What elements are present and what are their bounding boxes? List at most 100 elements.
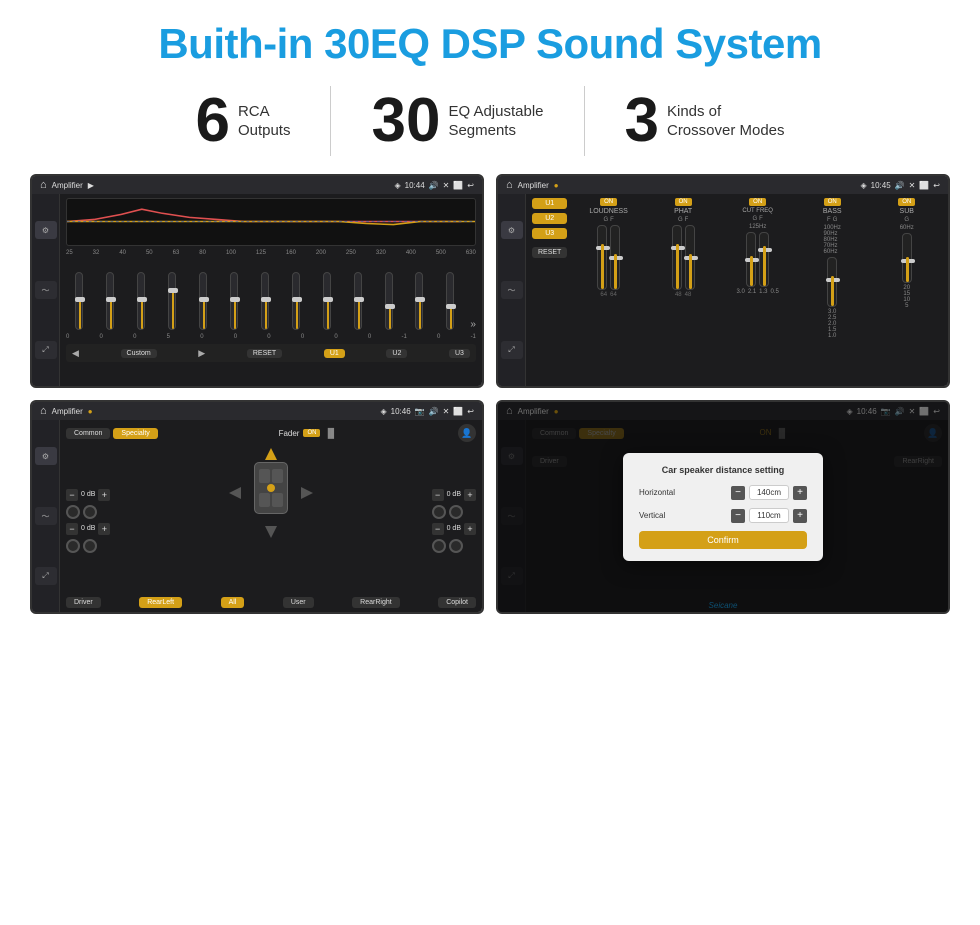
- slider-track-13[interactable]: [446, 272, 454, 330]
- screen3-time: 10:46: [391, 407, 411, 416]
- arrow-left[interactable]: [229, 487, 241, 499]
- close-icon[interactable]: ✕: [443, 181, 450, 190]
- speaker-fr: [432, 505, 476, 519]
- plus-btn-3[interactable]: +: [464, 489, 476, 501]
- tab-specialty-3[interactable]: Specialty: [113, 428, 157, 439]
- feature-eq: 30 EQ Adjustable Segments: [331, 90, 583, 152]
- location-icon: ◈: [394, 181, 400, 190]
- u3-btn[interactable]: U3: [449, 349, 470, 358]
- screen3-body: ⚙ 〜 ⤢ Common Specialty Fader: [32, 420, 482, 612]
- eq-icon-btn-2[interactable]: ⚙: [501, 221, 523, 239]
- expand-icon-btn-3[interactable]: ⤢: [35, 567, 57, 585]
- vertical-minus[interactable]: −: [731, 509, 745, 523]
- wave-icon-btn-3[interactable]: 〜: [35, 507, 57, 525]
- slider-track-5[interactable]: [199, 272, 207, 330]
- tab-row-3: Common Specialty: [66, 428, 158, 439]
- screen3-title: Amplifier: [52, 407, 83, 416]
- slider-track-10[interactable]: [354, 272, 362, 330]
- window-icon-3[interactable]: ⬜: [453, 407, 463, 416]
- arrow-down[interactable]: [265, 526, 277, 538]
- vertical-label: Vertical: [639, 511, 665, 520]
- prev-icon[interactable]: ◀: [72, 348, 79, 359]
- slider-track-1[interactable]: [75, 272, 83, 330]
- preset-u3[interactable]: U3: [532, 228, 567, 239]
- minus-btn-3[interactable]: −: [432, 489, 444, 501]
- eq-icon-btn[interactable]: ⚙: [35, 221, 57, 239]
- zone-rearright[interactable]: RearRight: [352, 597, 400, 608]
- phat-slider-1[interactable]: [672, 225, 682, 290]
- slider-col-1: [66, 272, 92, 330]
- slider-track-2[interactable]: [106, 272, 114, 330]
- eq-bottom-bar: ◀ Custom ▶ RESET U1 U2 U3: [66, 344, 476, 362]
- cutfreq-slider-1[interactable]: [746, 232, 756, 287]
- zone-all[interactable]: All: [221, 597, 245, 608]
- fader-main: − 0 dB + − 0 dB: [66, 448, 476, 593]
- slider-track-8[interactable]: [292, 272, 300, 330]
- close-icon-3[interactable]: ✕: [443, 407, 450, 416]
- vertical-plus[interactable]: +: [793, 509, 807, 523]
- sub-slider-1[interactable]: [902, 233, 912, 283]
- phat-slider-2[interactable]: [685, 225, 695, 290]
- dialog-overlay: Car speaker distance setting Horizontal …: [498, 402, 948, 612]
- zone-rearleft[interactable]: RearLeft: [139, 597, 182, 608]
- u1-btn[interactable]: U1: [324, 349, 345, 358]
- plus-btn-1[interactable]: +: [98, 489, 110, 501]
- close-icon-2[interactable]: ✕: [909, 181, 916, 190]
- window-icon-2[interactable]: ⬜: [919, 181, 929, 190]
- screen2-header-left: ⌂ Amplifier ●: [506, 179, 559, 191]
- tab-common-3[interactable]: Common: [66, 428, 110, 439]
- slider-track-11[interactable]: [385, 272, 393, 330]
- zone-copilot[interactable]: Copilot: [438, 597, 476, 608]
- back-icon-2[interactable]: ↩: [933, 181, 940, 190]
- expand-arrows-icon[interactable]: »: [470, 319, 476, 330]
- expand-icon-btn[interactable]: ⤢: [35, 341, 57, 359]
- arrow-right[interactable]: [301, 487, 313, 499]
- play-icon: ▶: [88, 181, 94, 190]
- eq-labels: 253240506380100125160200250320400500630: [66, 250, 476, 256]
- bass-slider-1[interactable]: [827, 257, 837, 307]
- expand-icon-btn-2[interactable]: ⤢: [501, 341, 523, 359]
- slider-track-6[interactable]: [230, 272, 238, 330]
- confirm-button[interactable]: Confirm: [639, 531, 807, 549]
- slider-track-7[interactable]: [261, 272, 269, 330]
- zone-user[interactable]: User: [283, 597, 314, 608]
- loudness-slider-2[interactable]: [610, 225, 620, 290]
- minus-btn-1[interactable]: −: [66, 489, 78, 501]
- screen1: ⌂ Amplifier ▶ ◈ 10:44 🔊 ✕ ⬜ ↩: [32, 176, 482, 386]
- custom-btn[interactable]: Custom: [121, 349, 157, 358]
- back-icon-3[interactable]: ↩: [467, 407, 474, 416]
- arrow-up[interactable]: [265, 448, 277, 460]
- slider-track-3[interactable]: [137, 272, 145, 330]
- reset-btn[interactable]: RESET: [247, 349, 282, 358]
- reset-btn-2[interactable]: RESET: [532, 247, 567, 258]
- screen2-time: 10:45: [871, 181, 891, 190]
- plus-btn-4[interactable]: +: [464, 523, 476, 535]
- cutfreq-slider-2[interactable]: [759, 232, 769, 287]
- loudness-slider-1[interactable]: [597, 225, 607, 290]
- screen2-title: Amplifier: [518, 181, 549, 190]
- preset-u2[interactable]: U2: [532, 213, 567, 224]
- preset-u1[interactable]: U1: [532, 198, 567, 209]
- u2-btn[interactable]: U2: [386, 349, 407, 358]
- dialog-field-vertical: Vertical − 110cm +: [639, 508, 807, 523]
- minus-btn-4[interactable]: −: [432, 523, 444, 535]
- slider-track-12[interactable]: [415, 272, 423, 330]
- wave-icon-btn[interactable]: 〜: [35, 281, 57, 299]
- home-icon-3[interactable]: ⌂: [40, 405, 47, 417]
- plus-btn-2[interactable]: +: [98, 523, 110, 535]
- zone-driver[interactable]: Driver: [66, 597, 101, 608]
- horizontal-minus[interactable]: −: [731, 486, 745, 500]
- screen2-wrapper: ⌂ Amplifier ● ◈ 10:45 🔊 ✕ ⬜ ↩: [496, 174, 950, 388]
- back-icon[interactable]: ↩: [467, 181, 474, 190]
- fader-toggle-icon[interactable]: ▐▌: [324, 428, 337, 438]
- slider-track-9[interactable]: [323, 272, 331, 330]
- minus-btn-2[interactable]: −: [66, 523, 78, 535]
- eq-icon-btn-3[interactable]: ⚙: [35, 447, 57, 465]
- home-icon[interactable]: ⌂: [40, 179, 47, 191]
- horizontal-plus[interactable]: +: [793, 486, 807, 500]
- window-icon[interactable]: ⬜: [453, 181, 463, 190]
- next-icon[interactable]: ▶: [198, 348, 205, 359]
- slider-track-4[interactable]: [168, 272, 176, 330]
- home-icon-2[interactable]: ⌂: [506, 179, 513, 191]
- wave-icon-btn-2[interactable]: 〜: [501, 281, 523, 299]
